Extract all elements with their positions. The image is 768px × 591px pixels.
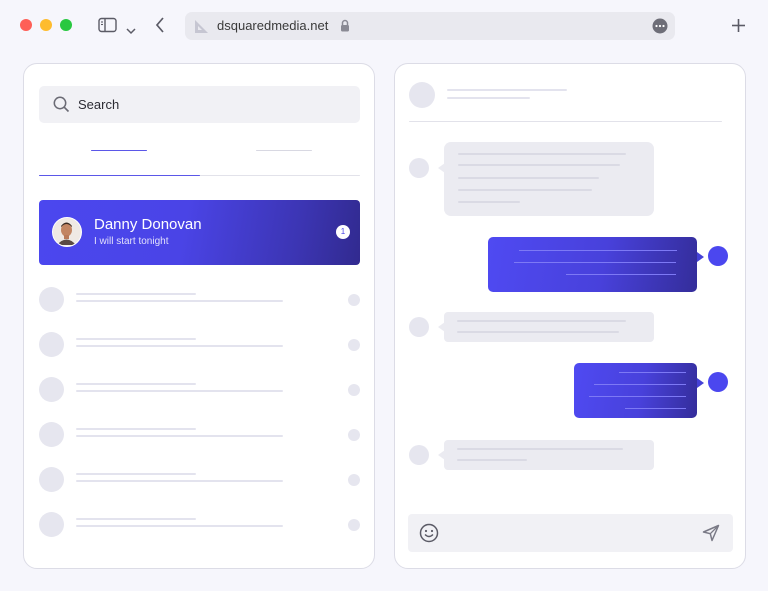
search-icon: [53, 96, 70, 118]
list-item[interactable]: [39, 375, 360, 403]
sender-avatar-placeholder: [409, 445, 429, 465]
chat-list-panel: Search Danny Donovan I will start tonigh…: [23, 63, 375, 569]
list-item[interactable]: [39, 420, 360, 448]
name-placeholder: [76, 428, 196, 430]
preview-placeholder: [76, 345, 283, 347]
badge-placeholder: [348, 339, 360, 351]
avatar-placeholder: [39, 287, 64, 312]
address-bar[interactable]: dsquaredmedia.net: [185, 12, 675, 40]
contact-status-placeholder: [447, 97, 530, 99]
list-item[interactable]: [39, 510, 360, 538]
tab-one-label-placeholder: [91, 150, 147, 151]
more-icon[interactable]: [652, 18, 668, 39]
chevron-down-icon[interactable]: [126, 22, 136, 40]
preview-placeholder: [76, 390, 283, 392]
send-icon[interactable]: [702, 524, 720, 547]
list-item[interactable]: [39, 330, 360, 358]
list-item[interactable]: [39, 465, 360, 493]
browser-toolbar: dsquaredmedia.net: [0, 0, 768, 52]
name-placeholder: [76, 383, 196, 385]
sender-avatar-placeholder: [409, 158, 429, 178]
name-placeholder: [76, 293, 196, 295]
avatar-placeholder: [39, 422, 64, 447]
maximize-window-button[interactable]: [60, 19, 72, 31]
chat-contact-name: Danny Donovan: [94, 216, 202, 233]
message-input[interactable]: [408, 514, 733, 552]
badge-placeholder: [348, 384, 360, 396]
badge-placeholder: [348, 519, 360, 531]
badge-placeholder: [348, 429, 360, 441]
plus-icon[interactable]: [731, 18, 746, 38]
user-avatar-placeholder: [708, 372, 728, 392]
lock-icon: [340, 19, 350, 37]
outgoing-message-bubble: [574, 363, 697, 418]
bubble-tail: [697, 252, 704, 262]
tab-two[interactable]: [200, 134, 360, 176]
name-placeholder: [76, 338, 196, 340]
name-placeholder: [76, 518, 196, 520]
unread-badge: 1: [336, 225, 350, 239]
list-item[interactable]: [39, 285, 360, 313]
avatar-placeholder: [39, 467, 64, 492]
preview-placeholder: [76, 300, 283, 302]
site-icon: [194, 18, 210, 39]
sender-avatar-placeholder: [409, 317, 429, 337]
contact-avatar-placeholder: [409, 82, 435, 108]
tab-two-label-placeholder: [256, 150, 312, 151]
badge-placeholder: [348, 294, 360, 306]
back-icon[interactable]: [155, 17, 165, 38]
avatar: [52, 217, 82, 247]
bubble-tail: [697, 378, 704, 388]
active-tab-indicator: [39, 175, 200, 176]
contact-name-placeholder: [447, 89, 567, 91]
close-window-button[interactable]: [20, 19, 32, 31]
url-text: dsquaredmedia.net: [217, 18, 329, 33]
tab-one[interactable]: [39, 134, 199, 176]
avatar-placeholder: [39, 377, 64, 402]
outgoing-message-bubble: [488, 237, 697, 292]
emoji-icon[interactable]: [419, 523, 439, 548]
preview-placeholder: [76, 525, 283, 527]
incoming-message-bubble: [444, 440, 654, 470]
chat-preview-text: I will start tonight: [94, 236, 169, 247]
incoming-message-bubble: [444, 142, 654, 216]
active-chat-item[interactable]: Danny Donovan I will start tonight 1: [39, 200, 360, 265]
header-divider: [409, 121, 722, 122]
name-placeholder: [76, 473, 196, 475]
conversation-panel: [394, 63, 746, 569]
avatar-placeholder: [39, 332, 64, 357]
search-placeholder: Search: [78, 97, 120, 112]
preview-placeholder: [76, 480, 283, 482]
search-input[interactable]: Search: [39, 86, 360, 123]
sidebar-icon[interactable]: [98, 17, 118, 38]
preview-placeholder: [76, 435, 283, 437]
badge-placeholder: [348, 474, 360, 486]
incoming-message-bubble: [444, 312, 654, 342]
minimize-window-button[interactable]: [40, 19, 52, 31]
avatar-placeholder: [39, 512, 64, 537]
user-avatar-placeholder: [708, 246, 728, 266]
